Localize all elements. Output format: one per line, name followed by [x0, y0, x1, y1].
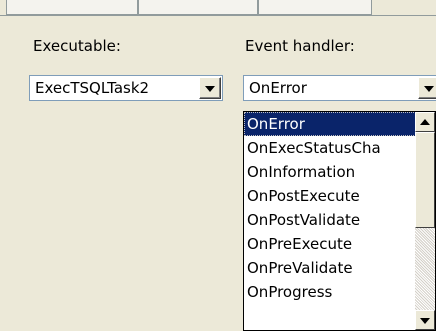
event-handler-combobox[interactable]: OnError: [243, 75, 436, 101]
executable-label: Executable:: [33, 37, 121, 55]
arrow-down-icon: [420, 318, 430, 324]
tab-1[interactable]: [6, 0, 138, 15]
executable-value: ExecTSQLTask2: [35, 79, 150, 97]
top-tab-strip: [0, 0, 436, 16]
tab-strip-divider: [0, 15, 436, 16]
chevron-down-icon: [424, 86, 434, 92]
arrow-up-icon: [420, 119, 430, 125]
executable-dropdown-button[interactable]: [199, 77, 221, 99]
scroll-up-button[interactable]: [415, 112, 435, 132]
event-handler-dropdown-list[interactable]: OnError OnExecStatusCha OnInformation On…: [243, 111, 436, 331]
event-handler-options: OnError OnExecStatusCha OnInformation On…: [244, 112, 416, 304]
scroll-down-button[interactable]: [415, 310, 435, 330]
option-onpostexecute[interactable]: OnPostExecute: [244, 184, 416, 208]
tab-2[interactable]: [138, 0, 258, 15]
option-oninformation[interactable]: OnInformation: [244, 160, 416, 184]
event-handler-dropdown-button[interactable]: [418, 77, 436, 99]
dropdown-scrollbar[interactable]: [415, 112, 435, 330]
option-onexecstatuschanged[interactable]: OnExecStatusCha: [244, 136, 416, 160]
chevron-down-icon: [205, 86, 215, 92]
event-handler-label: Event handler:: [245, 37, 355, 55]
option-onprogress[interactable]: OnProgress: [244, 280, 416, 304]
event-handler-value: OnError: [249, 79, 307, 97]
option-onerror[interactable]: OnError: [244, 112, 416, 136]
executable-combobox[interactable]: ExecTSQLTask2: [29, 75, 223, 101]
option-onprevalidate[interactable]: OnPreValidate: [244, 256, 416, 280]
tab-3[interactable]: [258, 0, 372, 15]
option-onpostvalidate[interactable]: OnPostValidate: [244, 208, 416, 232]
scroll-thumb[interactable]: [415, 132, 435, 228]
option-onpreexecute[interactable]: OnPreExecute: [244, 232, 416, 256]
scroll-track[interactable]: [415, 228, 435, 310]
